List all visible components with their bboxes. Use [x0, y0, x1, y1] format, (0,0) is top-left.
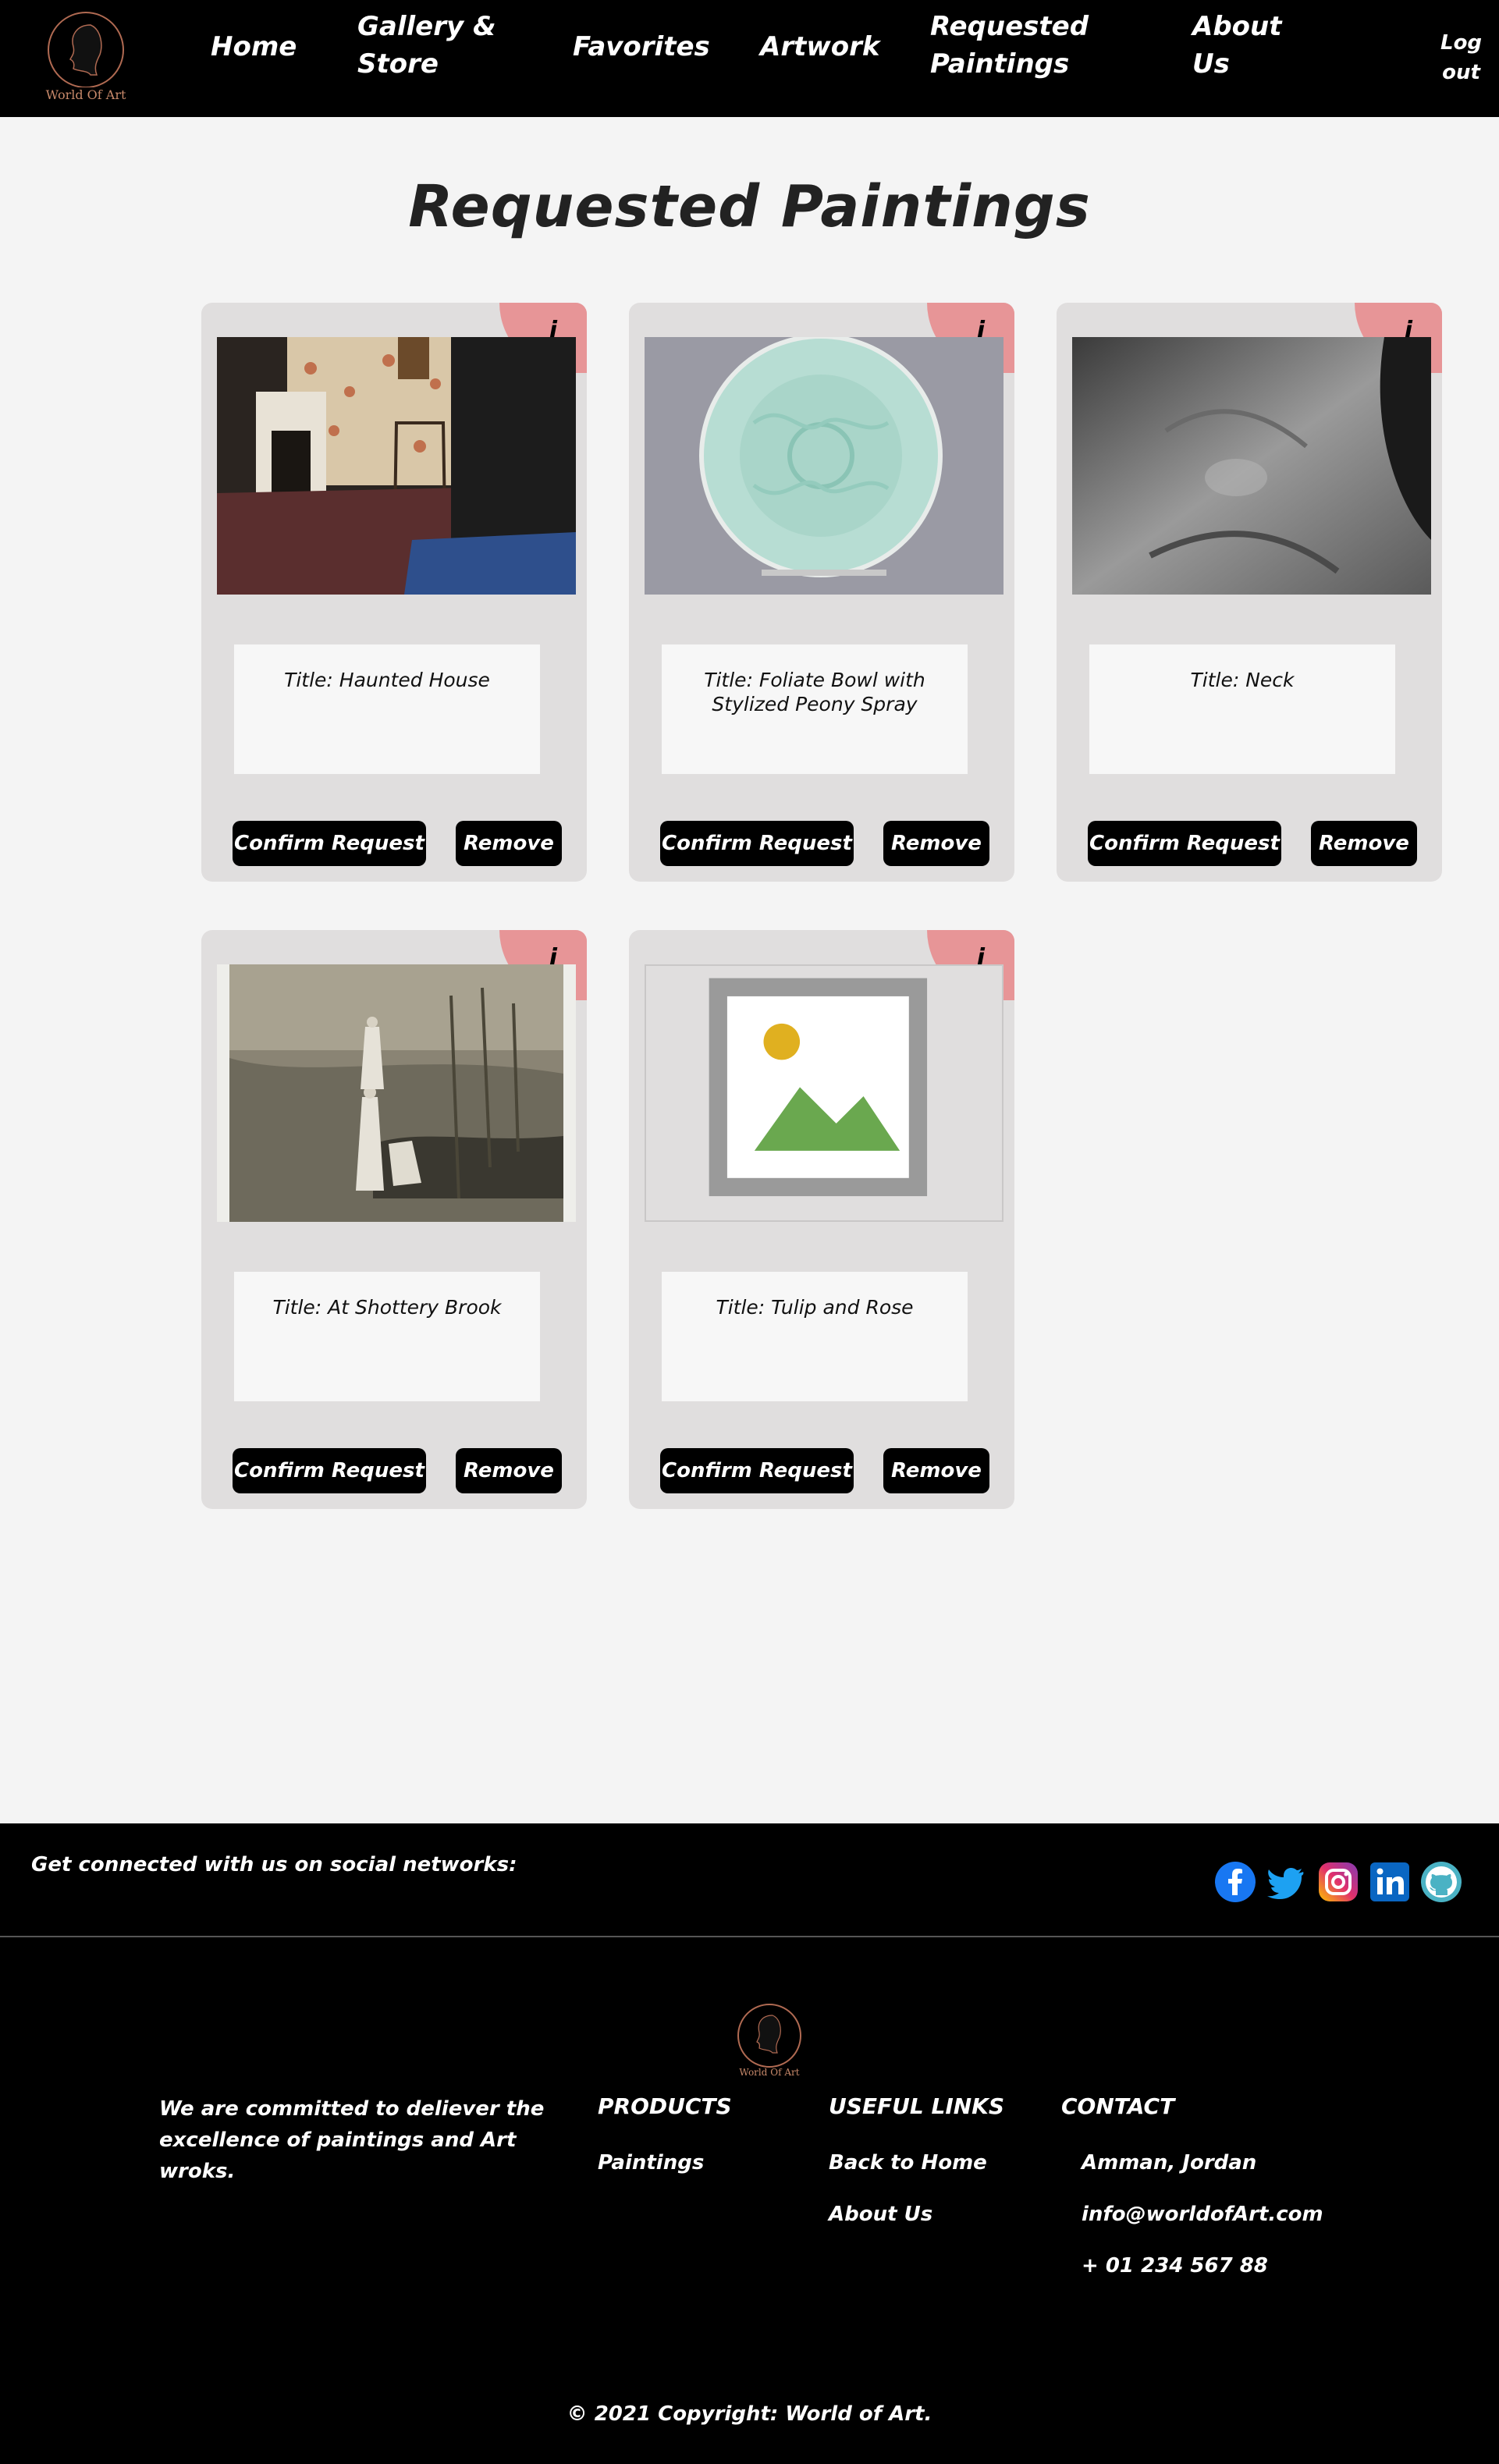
- confirm-request-button[interactable]: Confirm Request: [660, 821, 854, 866]
- facebook-icon[interactable]: [1214, 1861, 1256, 1903]
- logo-portrait-icon: [737, 2004, 801, 2068]
- nav-artwork[interactable]: Artwork: [760, 28, 879, 66]
- nav-logout-line2: out: [1442, 61, 1480, 84]
- painting-title: Title: Neck: [1190, 669, 1295, 691]
- title-box: Title: Haunted House: [234, 644, 540, 774]
- title-box: Title: At Shottery Brook: [234, 1272, 540, 1401]
- footer-logo[interactable]: World Of Art: [734, 2000, 805, 2081]
- remove-button[interactable]: Remove: [883, 821, 989, 866]
- remove-button[interactable]: Remove: [456, 821, 562, 866]
- title-box: Title: Neck: [1089, 644, 1395, 774]
- remove-button[interactable]: Remove: [883, 1448, 989, 1493]
- footer: World Of Art We are committed to delieve…: [0, 1937, 1499, 2464]
- mission-statement: We are committed to deliever the excelle…: [159, 2097, 545, 2183]
- nav-gallery-line2: Store: [357, 48, 439, 80]
- copyright: © 2021 Copyright: World of Art.: [567, 2402, 932, 2426]
- painting-card: i Title: Tulip and Rose Confirm Request …: [629, 930, 1014, 1509]
- social-text: Get connected with us on social networks…: [31, 1853, 517, 1876]
- painting-image-broken: [645, 964, 1003, 1222]
- remove-button[interactable]: Remove: [456, 1448, 562, 1493]
- painting-image: [217, 964, 576, 1222]
- title-box: Title: Foliate Bowl with Stylized Peony …: [662, 644, 968, 774]
- logo-text: World Of Art: [45, 87, 126, 102]
- site-logo[interactable]: World Of Art: [42, 9, 130, 108]
- painting-title: Title: Haunted House: [284, 669, 490, 691]
- nav-home[interactable]: Home: [211, 28, 297, 66]
- nav-gallery-store[interactable]: Gallery & Store: [357, 8, 496, 83]
- painting-title: Title: Foliate Bowl with Stylized Peony …: [704, 669, 925, 715]
- nav-gallery-line1: Gallery &: [357, 11, 496, 42]
- footer-link-paintings[interactable]: Paintings: [598, 2151, 704, 2175]
- contact-email[interactable]: info@worldofArt.com: [1082, 2203, 1323, 2226]
- footer-logo-text: World Of Art: [739, 2067, 800, 2078]
- confirm-request-button[interactable]: Confirm Request: [660, 1448, 854, 1493]
- products-heading: PRODUCTS: [598, 2093, 732, 2119]
- footer-link-about-us[interactable]: About Us: [829, 2203, 932, 2226]
- nav-requested-line2: Paintings: [930, 48, 1070, 80]
- nav-logout-line1: Log: [1440, 31, 1483, 55]
- painting-image: [645, 337, 1003, 595]
- navbar: World Of Art Home Gallery & Store Favori…: [0, 0, 1499, 117]
- useful-links-heading: USEFUL LINKS: [829, 2093, 1005, 2119]
- title-box: Title: Tulip and Rose: [662, 1272, 968, 1401]
- painting-card: i Title: Haunted House Confirm Request R…: [201, 303, 587, 882]
- nav-requested-line1: Requested: [930, 11, 1089, 42]
- nav-requested-paintings[interactable]: Requested Paintings: [930, 8, 1089, 83]
- page-title: Requested Paintings: [408, 173, 1091, 240]
- confirm-request-button[interactable]: Confirm Request: [1088, 821, 1281, 866]
- linkedin-icon[interactable]: [1369, 1861, 1411, 1903]
- github-icon[interactable]: [1420, 1861, 1462, 1903]
- painting-card: i Title: At Shottery Brook Confirm Reque…: [201, 930, 587, 1509]
- nav-favorites[interactable]: Favorites: [573, 28, 710, 66]
- nav-about-us[interactable]: About Us: [1192, 8, 1281, 83]
- twitter-icon[interactable]: [1266, 1861, 1308, 1903]
- painting-card: i Title: Neck Confirm Request Remove: [1057, 303, 1442, 882]
- broken-image-icon: [709, 978, 928, 1197]
- painting-image: [217, 337, 576, 595]
- painting-title: Title: Tulip and Rose: [716, 1296, 914, 1319]
- painting-title: Title: At Shottery Brook: [272, 1296, 502, 1319]
- instagram-icon[interactable]: [1317, 1861, 1359, 1903]
- nav-about-line2: Us: [1192, 48, 1230, 80]
- confirm-request-button[interactable]: Confirm Request: [233, 1448, 426, 1493]
- confirm-request-button[interactable]: Confirm Request: [233, 821, 426, 866]
- nav-logout[interactable]: Log out: [1440, 28, 1482, 87]
- nav-about-line1: About: [1192, 11, 1282, 42]
- remove-button[interactable]: Remove: [1311, 821, 1417, 866]
- contact-address: Amman, Jordan: [1082, 2151, 1257, 2175]
- painting-image: [1072, 337, 1431, 595]
- footer-link-back-to-home[interactable]: Back to Home: [829, 2151, 987, 2175]
- logo-portrait-icon: [48, 12, 124, 87]
- contact-heading: CONTACT: [1061, 2093, 1175, 2119]
- painting-card: i Title: Foliate Bowl with Stylized Peon…: [629, 303, 1014, 882]
- contact-phone: + 01 234 567 88: [1082, 2254, 1268, 2278]
- social-bar: Get connected with us on social networks…: [0, 1823, 1499, 1937]
